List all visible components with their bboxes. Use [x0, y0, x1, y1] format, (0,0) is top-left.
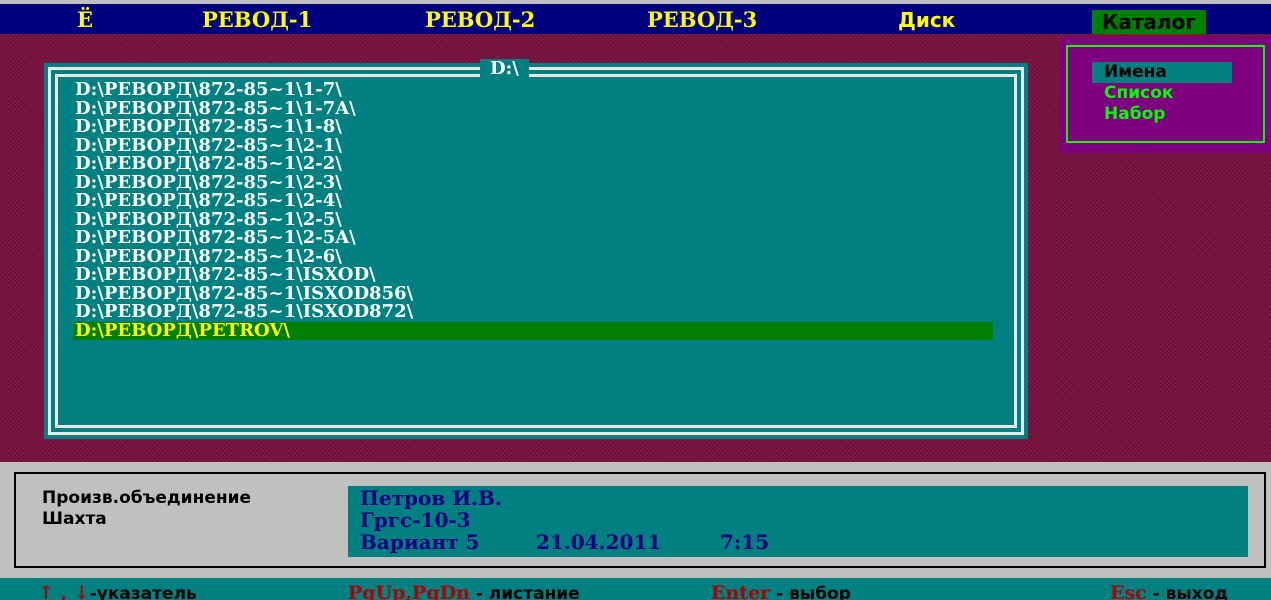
directory-entry[interactable]: D:\PEBOPД\872-85~1\1-8\ [73, 117, 993, 137]
association-label: Произв.объединение [42, 488, 252, 508]
date-value: 21.04.2011 [536, 530, 662, 554]
hint-bar: ↑ , ↓-указатель PgUp,PgDn - листание Ent… [0, 578, 1271, 600]
directory-entry-selected[interactable]: D:\PEBOPД\PETROV\ [73, 321, 993, 340]
dos-application-screen: Ё PEBOД-1 PEBOД-2 PEBOД-3 Диск Каталог D… [0, 0, 1271, 600]
popup-item-set[interactable]: Набор [1104, 104, 1165, 125]
hint-page-desc: - листание [469, 584, 580, 600]
directory-entry[interactable]: D:\PEBOPД\872-85~1\ISXOD872\ [73, 302, 993, 322]
popup-item-list[interactable]: Список [1104, 83, 1173, 104]
directory-entry[interactable]: D:\PEBOPД\872-85~1\2-4\ [73, 191, 993, 211]
window-title: D:\ [480, 59, 529, 79]
menu-item-revod-1[interactable]: PEBOД-1 [202, 8, 312, 32]
mine-label: Шахта [42, 509, 107, 529]
directory-entry[interactable]: D:\PEBOPД\872-85~1\2-5A\ [73, 228, 993, 248]
hint-esc-desc: - выход [1146, 584, 1229, 600]
hint-arrows: ↑ , ↓-указатель [38, 582, 197, 600]
directory-list: D:\PEBOPД\872-85~1\1-7\ D:\PEBOPД\872-85… [73, 80, 993, 340]
hint-arrows-key: ↑ , ↓ [38, 582, 90, 600]
popup-item-names[interactable]: Имена [1092, 62, 1232, 83]
variant-value: Вариант 5 [360, 530, 480, 554]
hint-page: PgUp,PgDn - листание [348, 582, 580, 600]
hint-esc: Esc - выход [1110, 582, 1228, 600]
menu-item-disk[interactable]: Диск [898, 8, 955, 32]
info-panel: Произв.объединение Шахта Петров И.В. Грг… [0, 462, 1271, 578]
directory-entry[interactable]: D:\PEBOPД\872-85~1\ISXOD\ [73, 265, 993, 285]
person-name: Петров И.В. [360, 486, 502, 510]
hint-enter-key: Enter [711, 582, 771, 600]
menu-item-system[interactable]: Ё [77, 8, 93, 32]
info-values-box: Петров И.В. Гргс-10-3 Вариант 5 21.04.20… [348, 486, 1248, 557]
hint-arrows-desc: -указатель [89, 584, 197, 600]
top-menu-bar: Ё PEBOД-1 PEBOД-2 PEBOД-3 Диск Каталог [0, 0, 1271, 34]
time-value: 7:15 [720, 530, 770, 554]
directory-window: D:\ D:\PEBOPД\872-85~1\1-7\ D:\PEBOPД\87… [44, 59, 1028, 439]
hint-enter: Enter - выбор [711, 582, 851, 600]
mine-name: Гргс-10-3 [360, 508, 471, 532]
hint-enter-desc: - выбор [770, 584, 851, 600]
hint-esc-key: Esc [1110, 582, 1147, 600]
directory-entry[interactable]: D:\PEBOPД\872-85~1\1-7\ [73, 80, 993, 100]
menu-item-catalog[interactable]: Каталог [1092, 10, 1206, 34]
menu-item-revod-2[interactable]: PEBOД-2 [425, 8, 535, 32]
menu-item-revod-3[interactable]: PEBOД-3 [647, 8, 757, 32]
hint-page-key: PgUp,PgDn [348, 582, 470, 600]
directory-entry[interactable]: D:\PEBOPД\872-85~1\2-2\ [73, 154, 993, 174]
